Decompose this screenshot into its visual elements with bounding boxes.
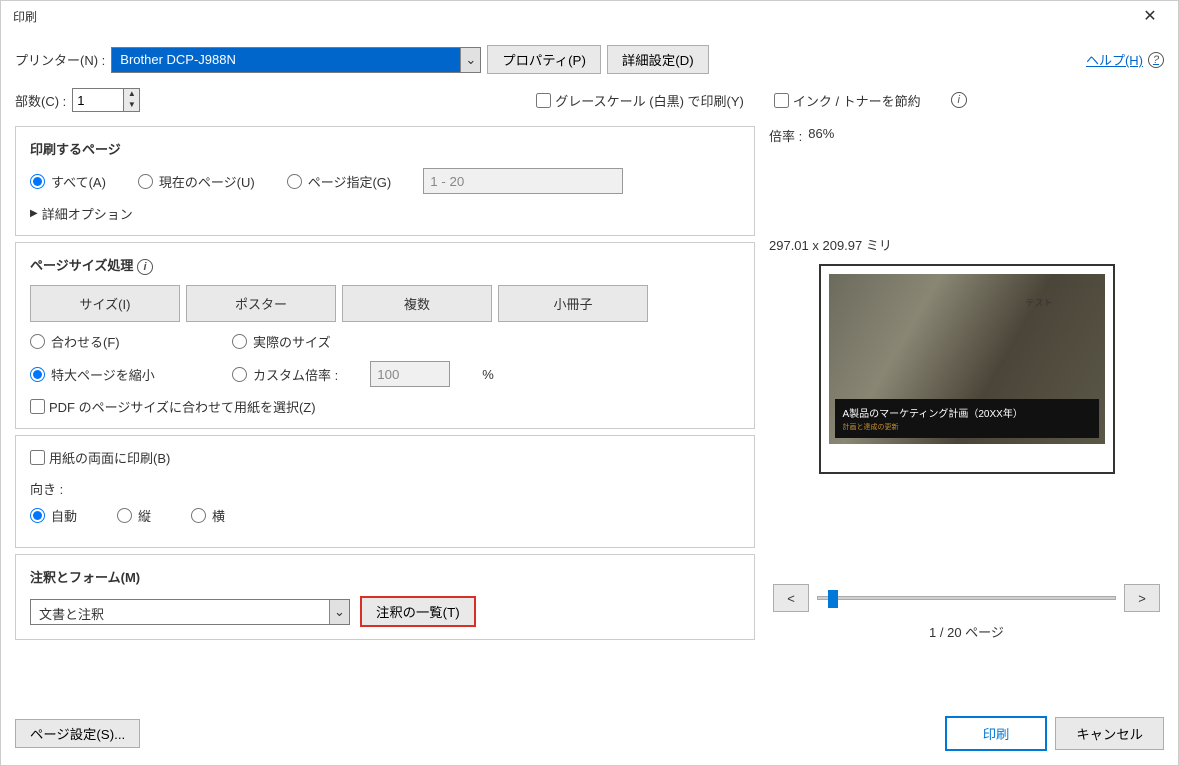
annotations-title: 注釈とフォーム(M)	[30, 567, 740, 586]
fit-radio[interactable]: 合わせる(F)	[30, 332, 200, 351]
custom-scale-input[interactable]	[370, 361, 450, 387]
properties-button[interactable]: プロパティ(P)	[487, 45, 601, 74]
spinner-up-icon[interactable]: ▲	[124, 89, 139, 100]
cancel-button[interactable]: キャンセル	[1055, 717, 1164, 750]
preview-badge: テスト	[1025, 296, 1052, 309]
pages-specify-radio[interactable]: ページ指定(G)	[287, 172, 392, 191]
pages-current-radio[interactable]: 現在のページ(U)	[138, 172, 255, 191]
chevron-down-icon[interactable]: ⌄	[329, 600, 349, 624]
duplex-panel: 用紙の両面に印刷(B) 向き : 自動 縦 横	[15, 435, 755, 548]
orientation-label: 向き :	[30, 479, 740, 498]
next-page-button[interactable]: >	[1124, 584, 1160, 612]
booklet-tab[interactable]: 小冊子	[498, 285, 648, 322]
pages-all-radio[interactable]: すべて(A)	[30, 172, 106, 191]
orient-landscape-radio[interactable]: 横	[191, 506, 225, 525]
printer-label: プリンター(N) :	[15, 50, 105, 69]
triangle-right-icon: ▶	[30, 208, 38, 219]
chevron-down-icon[interactable]: ⌄	[460, 48, 480, 72]
copies-label: 部数(C) :	[15, 91, 66, 110]
pages-panel: 印刷するページ すべて(A) 現在のページ(U) ページ指定(G) ▶ 詳細オプ…	[15, 126, 755, 236]
multiple-tab[interactable]: 複数	[342, 285, 492, 322]
annotations-select[interactable]: 文書と注釈 ⌄	[30, 599, 350, 625]
page-slider[interactable]	[817, 596, 1116, 600]
info-icon[interactable]: i	[951, 92, 967, 108]
footer: ページ設定(S)... 印刷 キャンセル	[15, 716, 1164, 751]
advanced-button[interactable]: 詳細設定(D)	[607, 45, 709, 74]
info-icon[interactable]: i	[137, 259, 153, 275]
choose-paper-checkbox[interactable]: PDF のページサイズに合わせて用紙を選択(Z)	[30, 397, 740, 416]
page-setup-button[interactable]: ページ設定(S)...	[15, 719, 140, 748]
help-icon: ?	[1148, 52, 1164, 68]
help-link[interactable]: ヘルプ(H) ?	[1086, 50, 1164, 69]
dialog-title: 印刷	[9, 8, 37, 25]
page-range-input[interactable]	[423, 168, 623, 194]
more-options-toggle[interactable]: ▶ 詳細オプション	[30, 204, 740, 223]
poster-tab[interactable]: ポスター	[186, 285, 336, 322]
custom-scale-radio[interactable]: カスタム倍率 :	[232, 365, 338, 384]
slider-thumb[interactable]	[828, 590, 838, 608]
page-indicator: 1 / 20 ページ	[929, 622, 1004, 641]
copies-spinner[interactable]: ▲ ▼	[72, 88, 140, 112]
printer-value: Brother DCP-J988N	[112, 48, 460, 72]
print-button[interactable]: 印刷	[945, 716, 1048, 751]
annotations-list-button[interactable]: 注釈の一覧(T)	[360, 596, 476, 627]
pages-title: 印刷するページ	[30, 139, 740, 158]
sizing-title: ページサイズ処理 i	[30, 255, 740, 275]
preview-page: テスト A製品のマーケティング計画（20XX年） 計画と達成の更新	[819, 264, 1115, 474]
save-ink-checkbox[interactable]: インク / トナーを節約	[774, 91, 921, 110]
preview-column: 倍率 : 86% 297.01 x 209.97 ミリ テスト A製品のマーケテ…	[769, 126, 1164, 704]
titlebar: 印刷 ✕	[1, 1, 1178, 31]
preview-slide-title: A製品のマーケティング計画（20XX年） 計画と達成の更新	[835, 399, 1099, 438]
actual-radio[interactable]: 実際のサイズ	[232, 332, 331, 351]
print-dialog: 印刷 ✕ プリンター(N) : Brother DCP-J988N ⌄ プロパテ…	[0, 0, 1179, 766]
copies-row: 部数(C) : ▲ ▼ グレースケール (白黒) で印刷(Y) インク / トナ…	[15, 88, 1164, 112]
prev-page-button[interactable]: <	[773, 584, 809, 612]
grayscale-checkbox[interactable]: グレースケール (白黒) で印刷(Y)	[536, 91, 744, 110]
annotations-panel: 注釈とフォーム(M) 文書と注釈 ⌄ 注釈の一覧(T)	[15, 554, 755, 640]
close-icon[interactable]: ✕	[1130, 6, 1170, 26]
orient-portrait-radio[interactable]: 縦	[117, 506, 151, 525]
spinner-down-icon[interactable]: ▼	[124, 100, 139, 111]
printer-row: プリンター(N) : Brother DCP-J988N ⌄ プロパティ(P) …	[15, 45, 1164, 74]
copies-input[interactable]	[73, 89, 123, 111]
paper-dimensions: 297.01 x 209.97 ミリ	[769, 235, 892, 254]
orient-auto-radio[interactable]: 自動	[30, 506, 77, 525]
sizing-panel: ページサイズ処理 i サイズ(I) ポスター 複数 小冊子 合わせる(F) 実際…	[15, 242, 755, 429]
scale-value: 86%	[808, 126, 834, 145]
size-tab[interactable]: サイズ(I)	[30, 285, 180, 322]
printer-select[interactable]: Brother DCP-J988N ⌄	[111, 47, 481, 73]
duplex-checkbox[interactable]: 用紙の両面に印刷(B)	[30, 448, 740, 467]
scale-row: 倍率 : 86%	[769, 126, 1164, 145]
shrink-radio[interactable]: 特大ページを縮小	[30, 365, 200, 384]
